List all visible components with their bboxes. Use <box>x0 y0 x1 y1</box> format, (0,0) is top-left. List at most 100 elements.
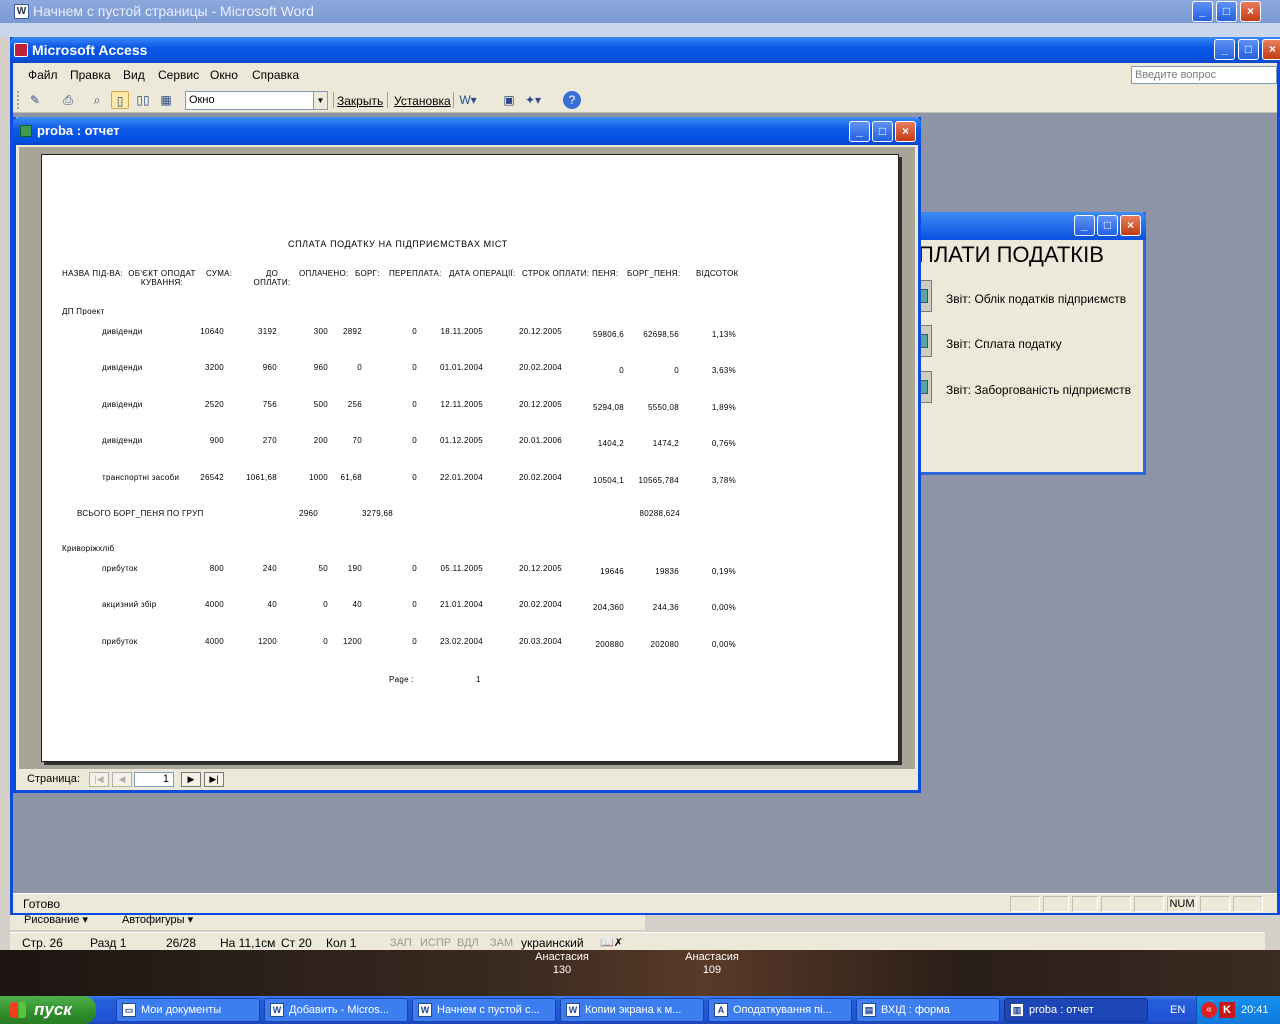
zoom-icon[interactable]: ⌕ <box>88 91 106 109</box>
row-to-pay: 270 <box>262 436 277 445</box>
menu-help[interactable]: Справка <box>252 68 299 82</box>
taskbar-item-label: Добавить - Micros... <box>289 1004 389 1016</box>
page-footer-number: 1 <box>476 675 481 684</box>
access-minimize-button[interactable]: _ <box>1214 39 1235 60</box>
taskbar-item-label: ВХІД : форма <box>881 1004 950 1016</box>
form-minimize-button[interactable]: _ <box>1074 215 1095 236</box>
form-maximize-button[interactable]: □ <box>1097 215 1118 236</box>
row-percent: 3,78% <box>711 476 736 485</box>
row-sum: 26542 <box>200 473 224 482</box>
office-links-icon[interactable]: W▾ <box>459 91 477 109</box>
taskbar-item[interactable]: W Копии экрана к м... <box>560 998 704 1022</box>
antivirus-icon[interactable]: K <box>1219 1002 1235 1018</box>
row-sum: 2520 <box>205 400 224 409</box>
toolbar-grip[interactable] <box>17 91 20 109</box>
group-name: ДП Проект <box>62 307 105 316</box>
row-percent: 0,76% <box>711 439 736 448</box>
first-page-button[interactable]: |◀ <box>89 772 109 787</box>
print-icon[interactable]: ⎙ <box>59 91 77 109</box>
taskbar-item-label: proba : отчет <box>1029 1004 1094 1016</box>
ask-question-input[interactable]: Введите вопрос <box>1131 66 1277 84</box>
new-object-icon[interactable]: ✦▾ <box>524 91 542 109</box>
menu-edit[interactable]: Правка <box>70 68 111 82</box>
access-title-bar[interactable]: Microsoft Access _ □ × <box>10 37 1280 63</box>
multiple-pages-icon[interactable]: ▦ <box>157 91 175 109</box>
access-maximize-button[interactable]: □ <box>1238 39 1259 60</box>
report-minimize-button[interactable]: _ <box>849 121 870 142</box>
taskbar-item[interactable]: W Добавить - Micros... <box>264 998 408 1022</box>
row-overpay: 0 <box>412 473 417 482</box>
row-percent: 3,63% <box>711 366 736 375</box>
start-button[interactable]: пуск <box>0 996 96 1024</box>
row-due-date: 20.12.2005 <box>518 564 562 573</box>
desktop-background <box>0 950 1280 996</box>
close-preview-button[interactable]: Закрыть <box>337 94 383 108</box>
preview-area[interactable]: СПЛАТА ПОДАТКУ НА ПІДПРИЄМСТВАХ МІСТ НАЗ… <box>19 147 915 769</box>
form-window: _ □ × ПЛАТИ ПОДАТКІВ Звіт: Облік податкі… <box>915 212 1146 475</box>
menu-file[interactable]: Файл <box>28 68 58 82</box>
access-close-button[interactable]: × <box>1262 39 1280 60</box>
row-op-date: 01.12.2005 <box>439 436 483 445</box>
taskbar-item[interactable]: ▤ ВХІД : форма <box>856 998 1000 1022</box>
row-op-date: 12.11.2005 <box>440 400 483 409</box>
taskbar-item[interactable]: W Начнем с пустой с... <box>412 998 556 1022</box>
row-debt: 1200 <box>343 637 362 646</box>
taskbar-item[interactable]: A Оподаткування пі... <box>708 998 852 1022</box>
row-penalty: 204,360 <box>592 603 624 612</box>
row-op-date: 18.11.2005 <box>440 327 483 336</box>
menu-view[interactable]: Вид <box>123 68 145 82</box>
taskbar-item-label: Мои документы <box>141 1004 222 1016</box>
form-title-bar[interactable]: _ □ × <box>915 212 1146 240</box>
word-close-button[interactable]: × <box>1240 1 1261 22</box>
report-maximize-button[interactable]: □ <box>872 121 893 142</box>
group-total-paid: 2960 <box>299 509 318 518</box>
tray-app-icon[interactable]: « <box>1201 1002 1217 1018</box>
row-debt: 256 <box>347 400 362 409</box>
page-number-input[interactable]: 1 <box>134 772 174 787</box>
row-due-date: 20.01.2006 <box>518 436 562 445</box>
row-to-pay: 1061,68 <box>245 473 277 482</box>
row-penalty-debt: 0 <box>674 366 679 375</box>
word-title-bar[interactable]: W Начнем с пустой страницы - Microsoft W… <box>0 0 1280 23</box>
language-indicator[interactable]: EN <box>1170 996 1185 1024</box>
word-status-bar: Стр. 26 Разд 1 26/28 На 11,1см Ст 20 Кол… <box>10 932 1265 952</box>
start-label: пуск <box>34 1000 72 1019</box>
report-close-button[interactable]: × <box>895 121 916 142</box>
menu-tools[interactable]: Сервис <box>158 68 199 82</box>
folder-icon: ▭ <box>122 1003 136 1017</box>
access-icon: A <box>714 1003 728 1017</box>
taskbar-item-active[interactable]: ▥ proba : отчет <box>1004 998 1148 1022</box>
row-penalty: 200880 <box>595 640 624 649</box>
desktop-icon-label[interactable]: Анастасия 130 <box>532 951 592 977</box>
last-page-button[interactable]: ▶| <box>204 772 224 787</box>
one-page-icon[interactable]: ▯ <box>111 91 129 109</box>
word-minimize-button[interactable]: _ <box>1192 1 1213 22</box>
menu-window[interactable]: Окно <box>210 68 238 82</box>
next-page-button[interactable]: ▶ <box>181 772 201 787</box>
row-percent: 0,00% <box>711 640 736 649</box>
chevron-down-icon[interactable]: ▼ <box>313 92 327 109</box>
taskbar-item-label: Копии экрана к м... <box>585 1004 682 1016</box>
form-close-button[interactable]: × <box>1120 215 1141 236</box>
toolbar-separator <box>333 92 334 108</box>
row-sum: 800 <box>209 564 224 573</box>
row-due-date: 20.02.2004 <box>518 473 562 482</box>
database-window-icon[interactable]: ▣ <box>500 91 518 109</box>
header-paid: ОПЛАЧЕНО: <box>299 269 349 278</box>
zoom-combo[interactable]: Окно ▼ <box>185 91 328 110</box>
word-maximize-button[interactable]: □ <box>1216 1 1237 22</box>
access-title: Microsoft Access <box>32 42 148 58</box>
clock: 20:41 <box>1241 1004 1269 1016</box>
row-percent: 0,19% <box>711 567 736 576</box>
two-pages-icon[interactable]: ▯▯ <box>134 91 152 109</box>
report-title-bar[interactable]: proba : отчет _ □ × <box>13 117 921 145</box>
help-icon[interactable]: ? <box>563 91 581 109</box>
row-debt: 0 <box>357 363 362 372</box>
group-name: Криворіжхліб <box>62 544 115 553</box>
previous-page-button[interactable]: ◀ <box>112 772 132 787</box>
header-sum: СУМА: <box>206 269 233 278</box>
page-setup-button[interactable]: Установка <box>394 94 451 108</box>
desktop-icon-label[interactable]: Анастасия 109 <box>682 951 742 977</box>
taskbar-item[interactable]: ▭ Мои документы <box>116 998 260 1022</box>
design-view-icon[interactable]: ✎ <box>26 91 44 109</box>
